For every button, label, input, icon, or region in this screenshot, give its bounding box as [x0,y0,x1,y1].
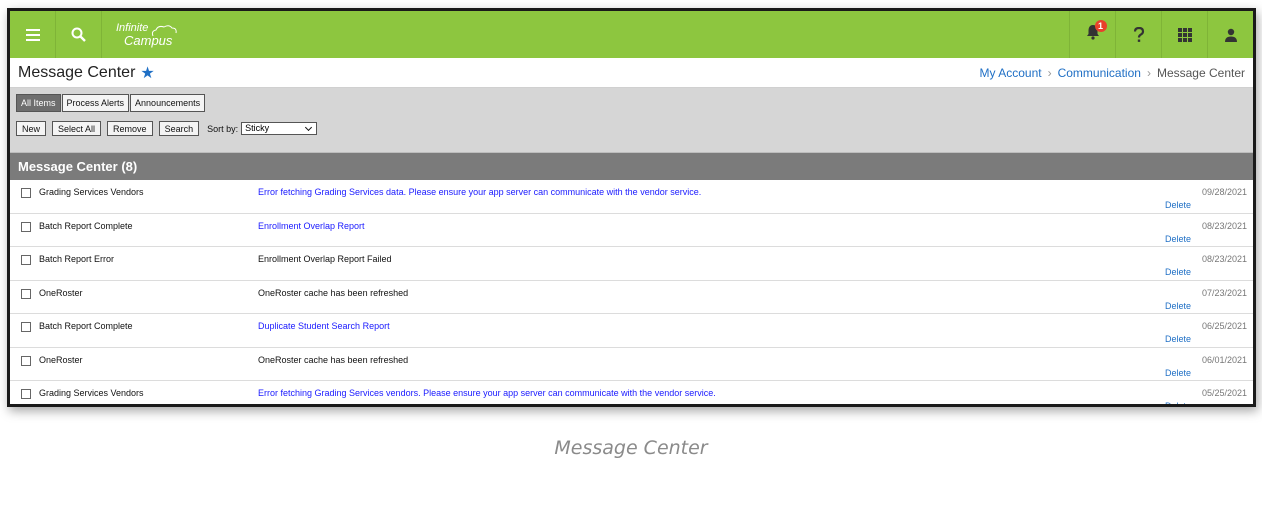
delete-link[interactable]: Delete [1165,200,1191,210]
message-source: Batch Report Complete [39,220,133,231]
row-checkbox[interactable] [21,188,31,198]
delete-link[interactable]: Delete [1165,401,1191,404]
message-list-header: Message Center (8) [10,153,1253,180]
tab-announcements[interactable]: Announcements [130,94,206,112]
help-button[interactable] [1115,11,1161,58]
page-title: Message Center [18,63,136,81]
message-row: Batch Report Complete Duplicate Student S… [10,314,1253,348]
message-list: Grading Services Vendors Error fetching G… [10,180,1253,404]
message-source: Batch Report Error [39,254,115,264]
message-source: OneRoster [39,354,83,365]
user-account-button[interactable] [1207,11,1253,58]
delete-link[interactable]: Delete [1165,368,1191,378]
message-source: OneRoster [39,287,83,298]
tab-bar: All Items Process Alerts Announcements [16,94,1247,112]
sort-by-value: Sticky [245,123,270,133]
message-row: OneRoster OneRoster cache has been refres… [10,348,1253,381]
search-button[interactable] [56,11,102,58]
row-checkbox[interactable] [21,288,31,299]
message-date: 05/25/2021 [1201,388,1247,398]
delete-link[interactable]: Delete [1165,301,1191,311]
tab-process-alerts[interactable]: Process Alerts [61,94,130,112]
message-text[interactable]: Error fetching Grading Services data. Pl… [258,187,701,197]
tab-all-items[interactable]: All Items [16,94,61,112]
message-source: Grading Services Vendors [39,187,144,197]
delete-link[interactable]: Delete [1165,234,1191,244]
row-checkbox[interactable] [21,255,31,265]
breadcrumb-current: Message Center [1156,65,1245,80]
message-text[interactable]: Enrollment Overlap Report [258,221,365,231]
hamburger-menu-icon [25,28,40,41]
message-row: Batch Report Error Enrollment Overlap Rep… [10,247,1253,281]
app-window: Infinite Campus 1 Message Center ★ My Ac… [7,8,1256,407]
row-checkbox[interactable] [21,355,31,366]
app-switcher-button[interactable] [1161,11,1207,58]
sort-by-select[interactable]: Sticky [241,122,318,135]
row-checkbox[interactable] [21,389,31,399]
row-checkbox[interactable] [21,221,31,232]
message-text: Enrollment Overlap Report Failed [258,254,392,264]
message-date: 06/01/2021 [1201,354,1247,365]
delete-link[interactable]: Delete [1165,267,1191,277]
message-date: 08/23/2021 [1201,220,1247,231]
delete-link[interactable]: Delete [1165,334,1191,344]
breadcrumb-my-account[interactable]: My Account [980,66,1042,80]
message-row: Grading Services Vendors Error fetching G… [10,180,1253,214]
notifications-button[interactable]: 1 [1069,11,1115,58]
message-row: Batch Report Complete Enrollment Overlap … [10,214,1253,247]
grid-apps-icon [1177,27,1192,42]
top-navigation-bar: Infinite Campus 1 [10,11,1253,58]
remove-button[interactable]: Remove [107,121,153,136]
infinite-campus-logo[interactable]: Infinite Campus [116,11,178,58]
select-all-button[interactable]: Select All [52,121,102,136]
message-date: 08/23/2021 [1201,254,1247,264]
message-row: OneRoster OneRoster cache has been refres… [10,281,1253,314]
breadcrumb-communication[interactable]: Communication [1058,66,1141,80]
message-text[interactable]: Error fetching Grading Services vendors.… [258,388,716,398]
question-mark-icon [1133,26,1144,42]
cloud-logo-icon [152,24,178,36]
notification-count-badge: 1 [1094,20,1107,32]
message-toolbar: All Items Process Alerts Announcements N… [10,88,1253,153]
chevron-right-icon: › [1146,65,1151,80]
action-bar: New Select All Remove Search Sort by: St… [16,121,1247,136]
message-source: Grading Services Vendors [39,388,144,398]
chevron-down-icon [305,123,313,132]
user-icon [1224,28,1237,42]
figure-caption: Message Center [554,437,708,459]
row-checkbox[interactable] [21,322,31,332]
message-row: Grading Services Vendors Error fetching G… [10,381,1253,404]
menu-button[interactable] [10,11,56,58]
message-text[interactable]: Duplicate Student Search Report [258,321,390,331]
new-button[interactable]: New [16,121,47,136]
favorite-star-icon[interactable]: ★ [140,63,154,83]
message-date: 06/25/2021 [1201,321,1247,331]
search-messages-button[interactable]: Search [158,121,200,136]
page-header: Message Center ★ My Account › Communicat… [10,58,1253,88]
sort-by-label: Sort by: [207,123,239,134]
message-source: Batch Report Complete [39,321,133,331]
message-date: 09/28/2021 [1201,187,1247,197]
message-text: OneRoster cache has been refreshed [258,354,409,365]
chevron-right-icon: › [1047,65,1052,80]
search-icon [71,27,86,42]
breadcrumb: My Account › Communication › Message Cen… [980,66,1245,80]
message-text: OneRoster cache has been refreshed [258,287,409,298]
message-date: 07/23/2021 [1201,287,1247,298]
